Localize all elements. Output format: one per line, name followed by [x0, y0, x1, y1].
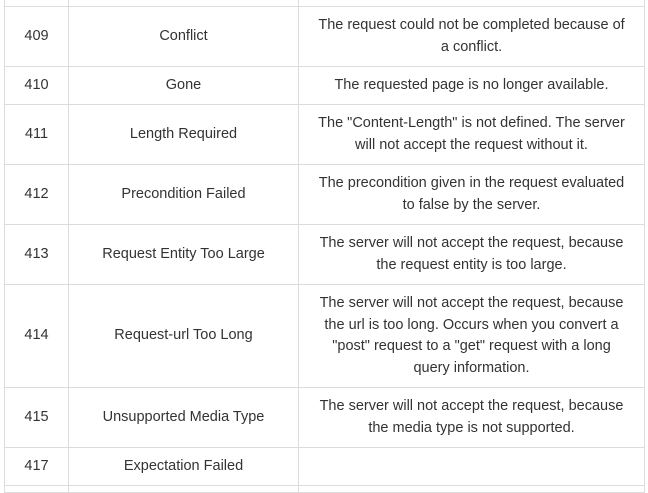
description-line: will not accept the request without it. [355, 136, 588, 153]
status-description-cell: The requested page is no longer availabl… [298, 66, 645, 105]
table-row: 412 Precondition Failed The precondition… [4, 164, 645, 225]
description-line: the media type is not supported. [368, 419, 575, 436]
status-code-cell: 414 [4, 284, 69, 388]
table-row: 414 Request-url Too Long The server will… [4, 284, 645, 388]
description-line: The precondition given in the request ev… [318, 175, 625, 191]
status-message-cell: Conflict [68, 6, 299, 67]
table-cell-empty [4, 485, 69, 493]
status-code-cell: 412 [4, 164, 69, 225]
description-line: The request could not be completed becau… [318, 17, 625, 33]
status-code-cell: 409 [4, 6, 69, 67]
description-line: the url is too long. Occurs when you con… [324, 316, 619, 333]
description-line: The server will not accept the request, … [319, 295, 624, 311]
status-description-cell: The "Content-Length" is not defined. The… [298, 104, 645, 165]
table-row-partial-bottom [4, 485, 645, 493]
description-line: a conflict. [440, 38, 503, 55]
status-description-cell: The precondition given in the request ev… [298, 164, 645, 225]
table-cell-empty [68, 485, 299, 493]
table-row: 415 Unsupported Media Type The server wi… [4, 387, 645, 448]
http-status-table: 409 Conflict The request could not be co… [4, 0, 645, 493]
status-description-cell [298, 447, 645, 486]
table-row: 413 Request Entity Too Large The server … [4, 224, 645, 285]
status-code-cell: 413 [4, 224, 69, 285]
status-code-cell: 417 [4, 447, 69, 486]
table-cell-empty [298, 485, 645, 493]
table-row: 409 Conflict The request could not be co… [4, 6, 645, 67]
status-description-cell: The request could not be completed becau… [298, 6, 645, 67]
status-message-cell: Request Entity Too Large [68, 224, 299, 285]
status-message-cell: Unsupported Media Type [68, 387, 299, 448]
status-message-cell: Length Required [68, 104, 299, 165]
description-line: The requested page is no longer availabl… [334, 76, 609, 93]
status-code-cell: 410 [4, 66, 69, 105]
table-row: 410 Gone The requested page is no longer… [4, 66, 645, 105]
description-line: query information. [413, 359, 530, 376]
description-line: The server will not accept the request, … [319, 235, 624, 251]
table-row: 411 Length Required The "Content-Length"… [4, 104, 645, 165]
status-message-cell: Gone [68, 66, 299, 105]
status-message-cell: Precondition Failed [68, 164, 299, 225]
description-line: The "Content-Length" is not defined. The… [318, 115, 625, 131]
status-description-cell: The server will not accept the request, … [298, 284, 645, 388]
status-message-cell: Expectation Failed [68, 447, 299, 486]
status-description-cell: The server will not accept the request, … [298, 387, 645, 448]
description-line: The server will not accept the request, … [319, 398, 624, 414]
description-line: the request entity is too large. [376, 256, 567, 273]
status-message-cell: Request-url Too Long [68, 284, 299, 388]
table-row: 417 Expectation Failed [4, 447, 645, 486]
status-description-cell: The server will not accept the request, … [298, 224, 645, 285]
status-code-cell: 415 [4, 387, 69, 448]
description-line: "post" request to a "get" request with a… [332, 338, 611, 354]
description-line: to false by the server. [402, 196, 541, 213]
status-code-cell: 411 [4, 104, 69, 165]
